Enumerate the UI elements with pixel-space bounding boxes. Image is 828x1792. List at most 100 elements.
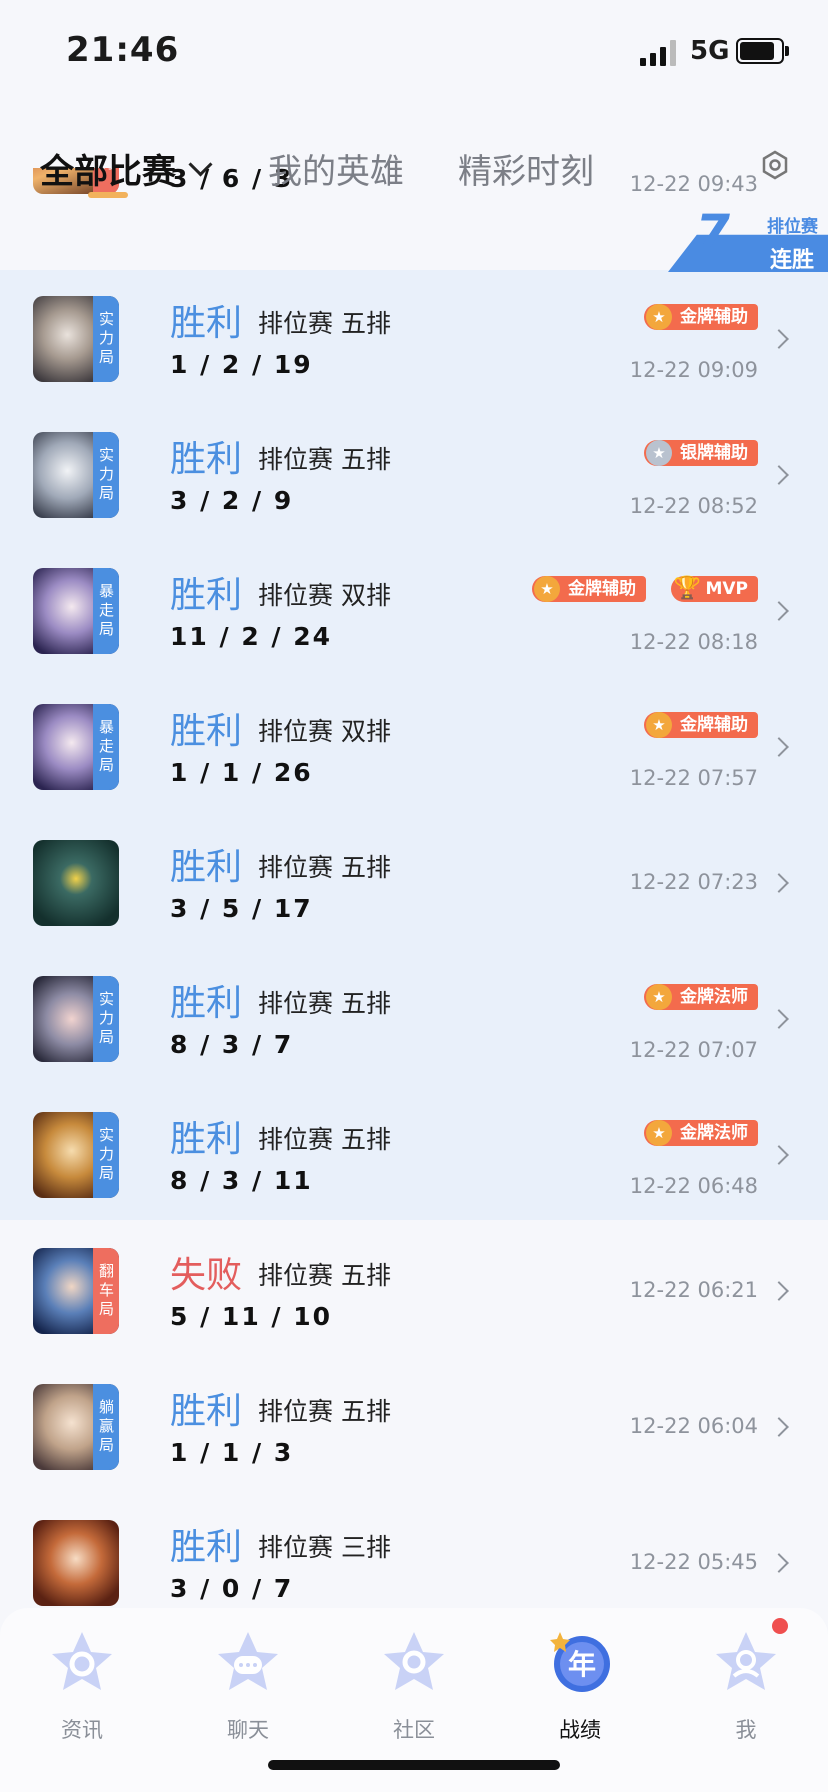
nav-news[interactable]: 资讯 [12, 1628, 152, 1742]
gold-support-badge: ★ 金牌辅助 [532, 576, 646, 602]
match-row[interactable]: 翻车局 失败 排位赛 五排 5 / 11 / 10 12-22 06:21 [0, 1222, 828, 1358]
match-tag: 暴走局 [93, 568, 119, 654]
match-tag: 实力局 [93, 296, 119, 382]
match-result: 胜利 [170, 1391, 243, 1432]
match-date: 12-22 06:21 [629, 1278, 758, 1302]
tab-indicator [88, 192, 128, 198]
match-mode: 排位赛 五排 [258, 1397, 391, 1426]
star-icon: ★ [646, 440, 672, 466]
kda: 1 / 2 / 19 [170, 350, 313, 379]
tab-highlights[interactable]: 精彩时刻 [458, 144, 594, 193]
chevron-right-icon [769, 601, 789, 621]
hero-avatar: 暴走局 [33, 568, 119, 654]
match-date: 12-22 07:57 [629, 766, 758, 790]
hero-avatar: 暴走局 [33, 704, 119, 790]
chevron-right-icon [769, 1553, 789, 1573]
home-indicator[interactable] [268, 1760, 560, 1770]
hero-avatar: 翻车局 [33, 1248, 119, 1334]
chevron-right-icon [769, 1417, 789, 1437]
kda: 3 / 5 / 17 [170, 894, 313, 923]
hero-avatar: 实力局 [33, 976, 119, 1062]
gold-mage-badge: ★ 金牌法师 [644, 1120, 758, 1146]
kda: 1 / 1 / 26 [170, 758, 313, 787]
gold-support-badge: ★ 金牌辅助 [644, 304, 758, 330]
match-tag: 躺赢局 [93, 1384, 119, 1470]
win-streak-text: 连胜 [769, 248, 814, 273]
match-date: 12-22 08:18 [629, 630, 758, 654]
chevron-right-icon [769, 465, 789, 485]
match-result: 失败 [170, 1255, 243, 1296]
match-row[interactable]: 暴走局 胜利 排位赛 双排 11 / 2 / 24 ★ 金牌辅助 🏆 MVP 12-… [0, 542, 828, 678]
match-mode: 排位赛 五排 [258, 989, 391, 1018]
match-row[interactable]: 胜利 排位赛 五排 3 / 5 / 17 12-22 07:23 [0, 814, 828, 950]
status-bar: 21:46 5G [0, 0, 828, 100]
profile-icon [716, 1632, 776, 1690]
hero-avatar: 实力局 [33, 296, 119, 382]
match-result: 胜利 [170, 303, 243, 344]
match-row[interactable]: 暴走局 胜利 排位赛 双排 1 / 1 / 26 ★ 金牌辅助 12-22 07:… [0, 678, 828, 814]
match-list[interactable]: 局 3 / 6 / 3 12-22 09:43 实力局 胜利 排位赛 五排 1 … [0, 168, 828, 1608]
match-tag: 实力局 [93, 976, 119, 1062]
match-mode: 排位赛 五排 [258, 1125, 391, 1154]
kda: 5 / 11 / 10 [170, 1302, 333, 1331]
hero-avatar: 实力局 [33, 1112, 119, 1198]
match-row[interactable]: 实力局 胜利 排位赛 五排 1 / 2 / 19 ★ 金牌辅助 12-22 09:… [0, 270, 828, 406]
tab-bar: 全部比赛 我的英雄 精彩时刻 [0, 120, 828, 198]
match-result: 胜利 [170, 983, 243, 1024]
hero-avatar [33, 1520, 119, 1606]
chevron-right-icon [769, 1281, 789, 1301]
nav-me[interactable]: 我 [676, 1628, 816, 1742]
kda: 8 / 3 / 7 [170, 1030, 294, 1059]
match-date: 12-22 09:09 [629, 358, 758, 382]
match-result: 胜利 [170, 1527, 243, 1568]
records-icon: 年 [550, 1632, 610, 1692]
match-result: 胜利 [170, 439, 243, 480]
match-date: 12-22 08:52 [629, 494, 758, 518]
win-streak-label: 排位赛 [767, 217, 818, 237]
nav-records[interactable]: 年 战绩 [510, 1628, 650, 1742]
match-date: 12-22 06:04 [629, 1414, 758, 1438]
match-row[interactable]: 实力局 胜利 排位赛 五排 8 / 3 / 7 ★ 金牌法师 12-22 07:0… [0, 950, 828, 1086]
match-tag: 翻车局 [93, 1248, 119, 1334]
match-row[interactable]: 躺赢局 胜利 排位赛 五排 1 / 1 / 3 12-22 06:04 [0, 1358, 828, 1494]
match-mode: 排位赛 双排 [258, 581, 391, 610]
match-tag: 实力局 [93, 432, 119, 518]
kda: 3 / 0 / 7 [170, 1574, 294, 1603]
chevron-right-icon [769, 1009, 789, 1029]
kda: 8 / 3 / 11 [170, 1166, 313, 1195]
battery-icon [736, 38, 789, 64]
match-result: 胜利 [170, 1119, 243, 1160]
match-date: 12-22 07:23 [629, 870, 758, 894]
chat-icon [218, 1632, 278, 1690]
silver-support-badge: ★ 银牌辅助 [644, 440, 758, 466]
status-time: 21:46 [66, 30, 180, 70]
nav-community[interactable]: 社区 [344, 1628, 484, 1742]
settings-icon[interactable] [760, 150, 790, 180]
match-row[interactable]: 胜利 排位赛 三排 3 / 0 / 7 12-22 05:45 [0, 1494, 828, 1608]
news-icon [52, 1632, 112, 1690]
hero-avatar: 躺赢局 [33, 1384, 119, 1470]
kda: 11 / 2 / 24 [170, 622, 333, 651]
network-type: 5G [690, 36, 730, 66]
star-icon: ★ [646, 984, 672, 1010]
gold-mage-badge: ★ 金牌法师 [644, 984, 758, 1010]
match-mode: 排位赛 五排 [258, 1261, 391, 1290]
chevron-right-icon [769, 1145, 789, 1165]
nav-chat[interactable]: 聊天 [178, 1628, 318, 1742]
match-result: 胜利 [170, 575, 243, 616]
hero-avatar: 实力局 [33, 432, 119, 518]
star-icon: ★ [534, 576, 560, 602]
match-row[interactable]: 实力局 胜利 排位赛 五排 8 / 3 / 11 ★ 金牌法师 12-22 06:… [0, 1086, 828, 1222]
kda: 1 / 1 / 3 [170, 1438, 294, 1467]
hero-avatar [33, 840, 119, 926]
match-row[interactable]: 实力局 胜利 排位赛 五排 3 / 2 / 9 ★ 银牌辅助 12-22 08:5… [0, 406, 828, 542]
chevron-right-icon [769, 329, 789, 349]
star-icon: ★ [646, 304, 672, 330]
star-icon: ★ [646, 712, 672, 738]
tab-my-heroes[interactable]: 我的英雄 [268, 144, 404, 193]
match-result: 胜利 [170, 847, 243, 888]
match-date: 12-22 05:45 [629, 1550, 758, 1574]
mvp-badge: 🏆 MVP [671, 576, 758, 602]
tab-all-matches[interactable]: 全部比赛 [40, 144, 176, 193]
match-date: 12-22 09:43 [629, 172, 758, 196]
